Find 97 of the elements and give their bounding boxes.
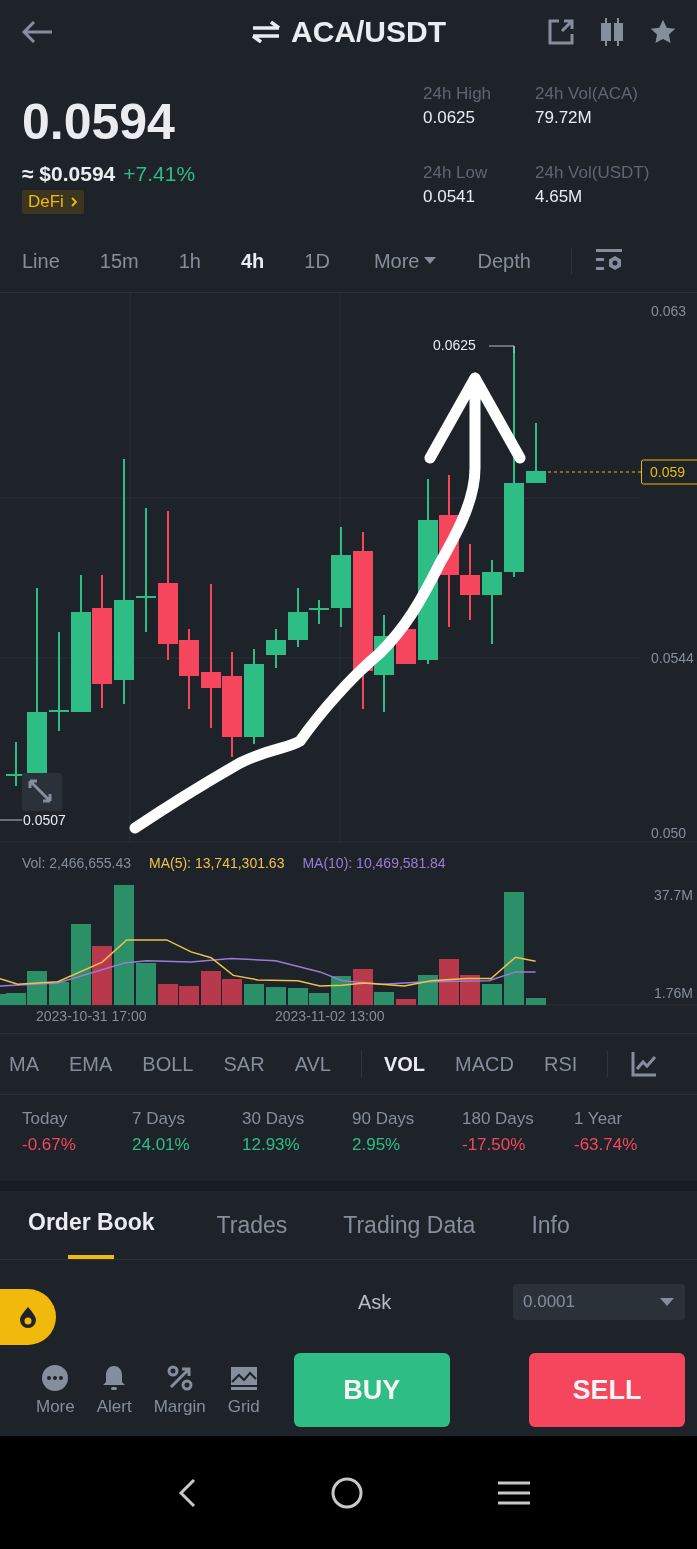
period-label: 1 Year — [574, 1109, 624, 1129]
low-label: 0.0507 — [23, 812, 66, 828]
stat-label: 24h Vol(ACA) — [535, 84, 639, 104]
volume-bar — [222, 979, 242, 1005]
volume-bar — [158, 984, 178, 1005]
section-tab[interactable]: Order Book — [28, 1191, 155, 1259]
price-change: +7.41% — [123, 162, 196, 186]
period-change: -17.50% — [462, 1135, 527, 1155]
volume-bar — [136, 963, 156, 1005]
volume-bar — [201, 971, 221, 1005]
candlestick-icon[interactable] — [599, 17, 625, 47]
period-change: 12.93% — [242, 1135, 301, 1155]
period-change: 2.95% — [352, 1135, 402, 1155]
action-button[interactable]: Grid — [227, 1363, 260, 1417]
action-button[interactable]: More — [36, 1363, 75, 1417]
line-chart-icon[interactable] — [630, 1050, 659, 1078]
date-label: 2023-11-02 13:00 — [275, 1008, 385, 1023]
volume-bar — [92, 946, 112, 1005]
home-icon[interactable] — [330, 1475, 365, 1510]
indicator-tab[interactable]: RSI — [543, 1052, 578, 1076]
indicator-tab[interactable]: EMA — [69, 1052, 113, 1076]
volume-bar — [331, 976, 351, 1005]
ask-label: Ask — [358, 1290, 392, 1314]
interval-tab[interactable]: 15m — [99, 249, 139, 273]
period-label: 180 Days — [462, 1109, 535, 1129]
swap-icon[interactable] — [251, 21, 281, 43]
volume-bar — [266, 987, 286, 1005]
leader-line — [488, 345, 515, 354]
stat-value: 79.72M — [535, 108, 593, 128]
share-icon[interactable] — [547, 18, 575, 46]
volume-bar — [309, 993, 329, 1005]
period-change: 24.01% — [132, 1135, 191, 1155]
volume-tick: 37.7M — [654, 887, 693, 903]
indicator-tab[interactable]: BOLL — [142, 1052, 194, 1076]
usd-price: ≈ $0.0594 — [22, 162, 116, 186]
sell-button[interactable]: SELL — [529, 1353, 685, 1427]
last-price-tag: 0.059 — [641, 459, 697, 485]
category-tag[interactable]: DeFi — [22, 190, 84, 214]
price-tick: 0.063 — [651, 303, 687, 319]
leader-line — [0, 819, 23, 821]
volume-bar — [244, 984, 264, 1005]
section-tab[interactable]: Info — [531, 1191, 570, 1259]
interval-tab[interactable]: Depth — [477, 249, 531, 273]
volume-value: Vol: 2,466,655.43 — [22, 855, 131, 873]
date-label: 2023-10-31 17:00 — [36, 1008, 147, 1023]
stat-value: 4.65M — [535, 187, 584, 207]
caret-icon — [423, 256, 438, 266]
expand-icon[interactable] — [22, 773, 62, 811]
ma5-value: MA(5): 13,741,301.63 — [149, 855, 285, 873]
period-label: 90 Days — [352, 1109, 416, 1129]
volume-bar — [396, 999, 416, 1005]
period-label: Today — [22, 1109, 69, 1129]
price-tick: 0.0544 — [651, 650, 694, 666]
high-label: 0.0625 — [433, 337, 476, 353]
volume-bar — [482, 984, 502, 1005]
action-button[interactable]: Alert — [96, 1363, 132, 1417]
volume-tick: 1.76M — [654, 985, 693, 1001]
period-label: 7 Days — [132, 1109, 186, 1129]
interval-tab[interactable]: 4h — [240, 249, 265, 273]
stat-label: 24h High — [423, 84, 493, 104]
interval-tab[interactable]: Line — [22, 249, 60, 273]
chevron-icon — [69, 197, 78, 207]
volume-bar — [288, 988, 308, 1005]
indicator-tab[interactable]: VOL — [383, 1052, 426, 1076]
interval-tab[interactable]: 1D — [304, 249, 330, 273]
period-change: -63.74% — [574, 1135, 639, 1155]
section-tab[interactable]: Trading Data — [343, 1191, 476, 1259]
caret-icon — [659, 1297, 675, 1307]
interval-tab[interactable]: 1h — [178, 249, 201, 273]
action-button[interactable]: Margin — [153, 1363, 206, 1417]
volume-bar — [526, 998, 546, 1005]
dots-icon — [40, 1363, 71, 1393]
menu-icon[interactable] — [496, 1479, 531, 1506]
back-icon[interactable] — [20, 20, 54, 44]
section-tab[interactable]: Trades — [216, 1191, 288, 1259]
stat-label: 24h Vol(USDT) — [535, 163, 651, 183]
flame-icon — [18, 1305, 38, 1329]
volume-bar — [179, 986, 199, 1005]
candle — [266, 629, 286, 668]
more-dropdown[interactable]: More — [373, 249, 438, 273]
last-price: 0.0594 — [22, 94, 176, 150]
price-tick: 0.050 — [651, 825, 687, 841]
candle — [526, 423, 546, 483]
period-label: 30 Days — [242, 1109, 306, 1129]
precision-dropdown[interactable]: 0.0001 — [513, 1284, 685, 1320]
ma10-value: MA(10): 10,469,581.84 — [302, 855, 446, 873]
flame-button[interactable] — [0, 1289, 56, 1345]
period-change: -0.67% — [22, 1135, 77, 1155]
stat-label: 24h Low — [423, 163, 489, 183]
indicator-tab[interactable]: SAR — [223, 1052, 265, 1076]
indicator-tab[interactable]: MA — [9, 1052, 39, 1076]
indicator-tab[interactable]: MACD — [455, 1052, 514, 1076]
pair-title: ACA/USDT — [291, 15, 446, 49]
volume-bar — [49, 982, 69, 1005]
indicator-tab[interactable]: AVL — [294, 1052, 331, 1076]
stat-value: 0.0625 — [423, 108, 476, 128]
stat-value: 0.0541 — [423, 187, 476, 207]
